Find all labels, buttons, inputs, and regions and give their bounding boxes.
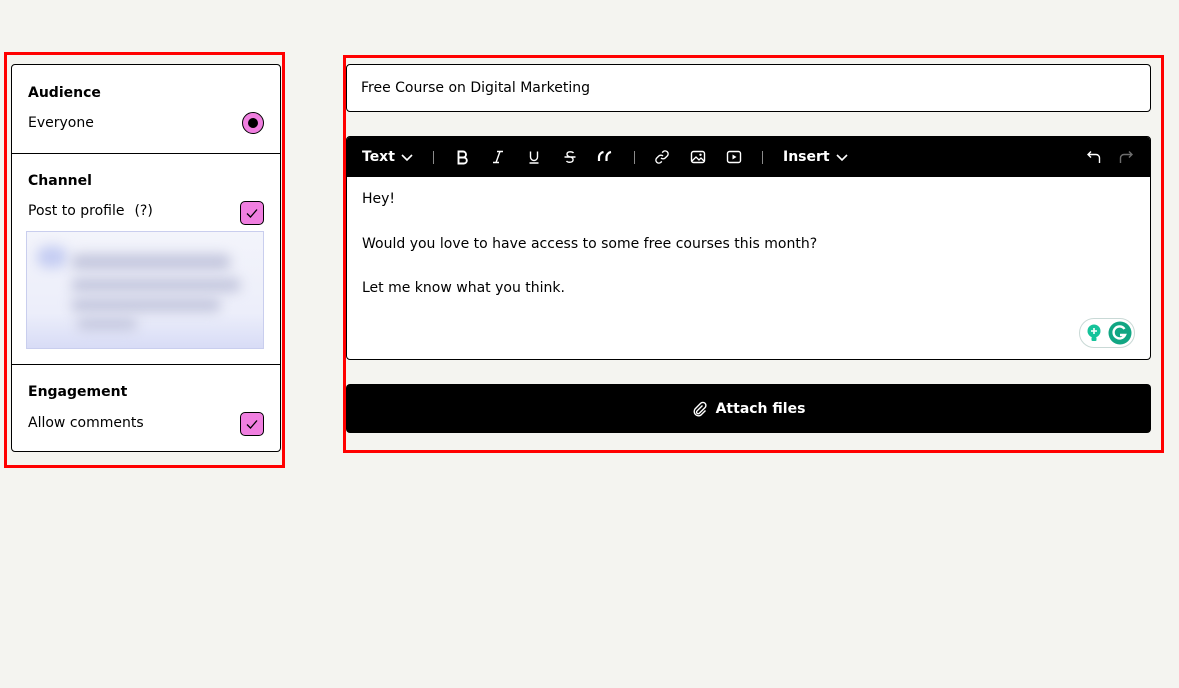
image-button[interactable] <box>690 137 706 177</box>
insert-label: Insert <box>783 149 830 165</box>
profile-preview-image <box>26 231 264 349</box>
editor-toolbar: Text Insert <box>347 137 1150 177</box>
undo-button[interactable] <box>1086 137 1102 177</box>
toolbar-divider <box>433 151 434 164</box>
attach-files-label: Attach files <box>715 400 806 417</box>
channel-option-row: Post to profile (?) <box>28 203 153 219</box>
help-icon[interactable]: (?) <box>134 203 152 219</box>
insert-dropdown[interactable]: Insert <box>783 137 850 177</box>
link-icon <box>655 150 669 164</box>
quote-button[interactable] <box>597 137 615 177</box>
channel-title: Channel <box>28 173 92 189</box>
toolbar-divider <box>634 151 635 164</box>
checkmark-icon <box>246 209 258 218</box>
italic-icon <box>493 150 503 164</box>
radio-selected-dot <box>248 118 258 128</box>
audience-title: Audience <box>28 85 101 101</box>
undo-icon <box>1087 151 1101 163</box>
redo-icon <box>1119 151 1133 163</box>
editor-line: Hey! <box>362 191 396 207</box>
text-style-label: Text <box>362 149 395 165</box>
paperclip-icon <box>693 401 707 416</box>
engagement-title: Engagement <box>28 384 128 400</box>
grammarly-icon <box>1108 321 1132 345</box>
bold-icon <box>457 150 468 165</box>
underline-button[interactable] <box>526 137 542 177</box>
link-button[interactable] <box>654 137 670 177</box>
audience-option-label: Everyone <box>28 115 94 131</box>
post-to-profile-label: Post to profile <box>28 203 125 219</box>
underline-icon <box>529 151 539 164</box>
engagement-section: Engagement Allow comments <box>12 364 280 451</box>
everyone-radio[interactable] <box>242 112 264 134</box>
strikethrough-button[interactable] <box>562 137 578 177</box>
attach-files-button[interactable]: Attach files <box>346 384 1151 433</box>
text-style-dropdown[interactable]: Text <box>362 137 415 177</box>
italic-button[interactable] <box>490 137 506 177</box>
strikethrough-icon <box>564 151 576 163</box>
bold-button[interactable] <box>454 137 470 177</box>
chevron-down-icon <box>836 154 848 162</box>
image-icon <box>690 150 706 164</box>
post-settings-panel: Audience Everyone Channel Post to profil… <box>11 64 281 452</box>
channel-section: Channel Post to profile (?) <box>12 153 280 364</box>
checkmark-icon <box>246 420 258 429</box>
audience-section: Audience Everyone <box>12 65 280 153</box>
quote-icon <box>597 150 612 161</box>
editor-content[interactable]: Hey! Would you love to have access to so… <box>362 192 1135 326</box>
rich-text-editor[interactable]: Text Insert Hey! Would you love to have … <box>346 136 1151 360</box>
redo-button[interactable] <box>1118 137 1134 177</box>
toolbar-divider <box>762 151 763 164</box>
video-icon <box>726 150 742 164</box>
post-title-input[interactable] <box>346 64 1151 112</box>
video-button[interactable] <box>726 137 742 177</box>
allow-comments-label: Allow comments <box>28 415 144 431</box>
allow-comments-checkbox[interactable] <box>240 412 264 436</box>
chevron-down-icon <box>401 154 413 162</box>
post-to-profile-checkbox[interactable] <box>240 201 264 225</box>
grammarly-widget[interactable] <box>1079 318 1135 348</box>
lightbulb-icon <box>1087 324 1101 341</box>
editor-line: Let me know what you think. <box>362 280 565 296</box>
editor-line: Would you love to have access to some fr… <box>362 235 818 252</box>
